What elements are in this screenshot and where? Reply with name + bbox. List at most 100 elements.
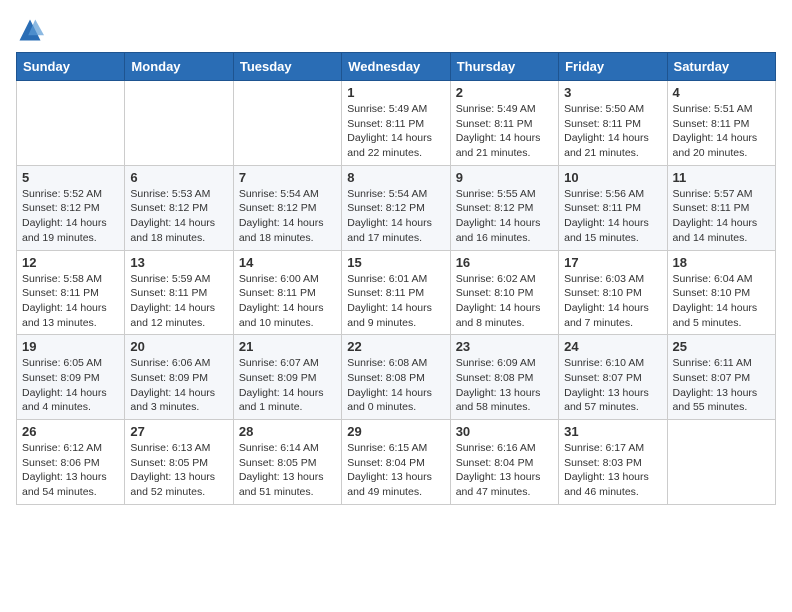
- day-number: 13: [130, 255, 227, 270]
- day-number: 11: [673, 170, 770, 185]
- day-number: 6: [130, 170, 227, 185]
- day-number: 22: [347, 339, 444, 354]
- calendar-cell: 10 Sunrise: 5:56 AM Sunset: 8:11 PM Dayli…: [559, 165, 667, 250]
- day-number: 1: [347, 85, 444, 100]
- day-info: Sunrise: 6:05 AM Sunset: 8:09 PM Dayligh…: [22, 356, 119, 415]
- day-info: Sunrise: 5:54 AM Sunset: 8:12 PM Dayligh…: [347, 187, 444, 246]
- day-info: Sunrise: 5:58 AM Sunset: 8:11 PM Dayligh…: [22, 272, 119, 331]
- day-number: 28: [239, 424, 336, 439]
- calendar-cell: 1 Sunrise: 5:49 AM Sunset: 8:11 PM Daylig…: [342, 81, 450, 166]
- weekday-header: Friday: [559, 53, 667, 81]
- calendar-week-row: 26Sunrise: 6:12 AM Sunset: 8:06 PM Dayli…: [17, 420, 776, 505]
- calendar-cell: 29Sunrise: 6:15 AM Sunset: 8:04 PM Dayli…: [342, 420, 450, 505]
- weekday-header: Sunday: [17, 53, 125, 81]
- logo: [16, 16, 48, 44]
- day-number: 19: [22, 339, 119, 354]
- day-info: Sunrise: 6:10 AM Sunset: 8:07 PM Dayligh…: [564, 356, 661, 415]
- day-info: Sunrise: 5:53 AM Sunset: 8:12 PM Dayligh…: [130, 187, 227, 246]
- day-number: 10: [564, 170, 661, 185]
- day-number: 12: [22, 255, 119, 270]
- calendar-cell: 28 Sunrise: 6:14 AM Sunset: 8:05 PM Dayli…: [233, 420, 341, 505]
- day-number: 23: [456, 339, 553, 354]
- day-number: 27: [130, 424, 227, 439]
- calendar-cell: 14 Sunrise: 6:00 AM Sunset: 8:11 PM Dayli…: [233, 250, 341, 335]
- weekday-header: Thursday: [450, 53, 558, 81]
- calendar-cell: 15 Sunrise: 6:01 AM Sunset: 8:11 PM Dayli…: [342, 250, 450, 335]
- day-number: 16: [456, 255, 553, 270]
- day-number: 5: [22, 170, 119, 185]
- day-info: Sunrise: 6:14 AM Sunset: 8:05 PM Dayligh…: [239, 441, 336, 500]
- day-info: Sunrise: 6:13 AM Sunset: 8:05 PM Dayligh…: [130, 441, 227, 500]
- day-info: Sunrise: 5:59 AM Sunset: 8:11 PM Dayligh…: [130, 272, 227, 331]
- day-number: 31: [564, 424, 661, 439]
- calendar-cell: 16 Sunrise: 6:02 AM Sunset: 8:10 PM Dayli…: [450, 250, 558, 335]
- calendar-cell: [125, 81, 233, 166]
- day-number: 9: [456, 170, 553, 185]
- day-number: 21: [239, 339, 336, 354]
- day-info: Sunrise: 6:11 AM Sunset: 8:07 PM Dayligh…: [673, 356, 770, 415]
- calendar-cell: 17Sunrise: 6:03 AM Sunset: 8:10 PM Dayli…: [559, 250, 667, 335]
- day-number: 7: [239, 170, 336, 185]
- calendar-cell: 31 Sunrise: 6:17 AM Sunset: 8:03 PM Dayli…: [559, 420, 667, 505]
- day-number: 20: [130, 339, 227, 354]
- logo-icon: [16, 16, 44, 44]
- day-number: 2: [456, 85, 553, 100]
- calendar-week-row: 12 Sunrise: 5:58 AM Sunset: 8:11 PM Dayli…: [17, 250, 776, 335]
- calendar-cell: 12 Sunrise: 5:58 AM Sunset: 8:11 PM Dayli…: [17, 250, 125, 335]
- day-info: Sunrise: 5:52 AM Sunset: 8:12 PM Dayligh…: [22, 187, 119, 246]
- day-number: 25: [673, 339, 770, 354]
- calendar-cell: 19 Sunrise: 6:05 AM Sunset: 8:09 PM Dayli…: [17, 335, 125, 420]
- calendar-cell: 18 Sunrise: 6:04 AM Sunset: 8:10 PM Dayli…: [667, 250, 775, 335]
- day-info: Sunrise: 5:56 AM Sunset: 8:11 PM Dayligh…: [564, 187, 661, 246]
- day-info: Sunrise: 5:49 AM Sunset: 8:11 PM Dayligh…: [347, 102, 444, 161]
- day-info: Sunrise: 6:01 AM Sunset: 8:11 PM Dayligh…: [347, 272, 444, 331]
- calendar-cell: 21 Sunrise: 6:07 AM Sunset: 8:09 PM Dayli…: [233, 335, 341, 420]
- calendar-cell: 5 Sunrise: 5:52 AM Sunset: 8:12 PM Daylig…: [17, 165, 125, 250]
- weekday-row: SundayMondayTuesdayWednesdayThursdayFrid…: [17, 53, 776, 81]
- day-info: Sunrise: 6:07 AM Sunset: 8:09 PM Dayligh…: [239, 356, 336, 415]
- day-info: Sunrise: 6:09 AM Sunset: 8:08 PM Dayligh…: [456, 356, 553, 415]
- day-info: Sunrise: 5:51 AM Sunset: 8:11 PM Dayligh…: [673, 102, 770, 161]
- day-info: Sunrise: 5:57 AM Sunset: 8:11 PM Dayligh…: [673, 187, 770, 246]
- weekday-header: Wednesday: [342, 53, 450, 81]
- calendar-cell: 4 Sunrise: 5:51 AM Sunset: 8:11 PM Daylig…: [667, 81, 775, 166]
- calendar-week-row: 1 Sunrise: 5:49 AM Sunset: 8:11 PM Daylig…: [17, 81, 776, 166]
- day-number: 14: [239, 255, 336, 270]
- day-info: Sunrise: 6:08 AM Sunset: 8:08 PM Dayligh…: [347, 356, 444, 415]
- day-info: Sunrise: 6:17 AM Sunset: 8:03 PM Dayligh…: [564, 441, 661, 500]
- day-info: Sunrise: 6:02 AM Sunset: 8:10 PM Dayligh…: [456, 272, 553, 331]
- day-number: 15: [347, 255, 444, 270]
- calendar-cell: 26Sunrise: 6:12 AM Sunset: 8:06 PM Dayli…: [17, 420, 125, 505]
- day-info: Sunrise: 5:55 AM Sunset: 8:12 PM Dayligh…: [456, 187, 553, 246]
- day-info: Sunrise: 6:00 AM Sunset: 8:11 PM Dayligh…: [239, 272, 336, 331]
- calendar-cell: [233, 81, 341, 166]
- day-number: 3: [564, 85, 661, 100]
- day-info: Sunrise: 6:16 AM Sunset: 8:04 PM Dayligh…: [456, 441, 553, 500]
- day-number: 17: [564, 255, 661, 270]
- calendar-cell: 6 Sunrise: 5:53 AM Sunset: 8:12 PM Daylig…: [125, 165, 233, 250]
- calendar-cell: [17, 81, 125, 166]
- day-number: 4: [673, 85, 770, 100]
- day-number: 8: [347, 170, 444, 185]
- day-number: 18: [673, 255, 770, 270]
- calendar-cell: 25 Sunrise: 6:11 AM Sunset: 8:07 PM Dayli…: [667, 335, 775, 420]
- calendar-cell: 11 Sunrise: 5:57 AM Sunset: 8:11 PM Dayli…: [667, 165, 775, 250]
- calendar-cell: 22 Sunrise: 6:08 AM Sunset: 8:08 PM Dayli…: [342, 335, 450, 420]
- calendar-cell: 3Sunrise: 5:50 AM Sunset: 8:11 PM Daylig…: [559, 81, 667, 166]
- calendar-body: 1 Sunrise: 5:49 AM Sunset: 8:11 PM Daylig…: [17, 81, 776, 505]
- calendar-cell: 24Sunrise: 6:10 AM Sunset: 8:07 PM Dayli…: [559, 335, 667, 420]
- page-header: [16, 16, 776, 44]
- calendar-cell: [667, 420, 775, 505]
- calendar-cell: 8 Sunrise: 5:54 AM Sunset: 8:12 PM Daylig…: [342, 165, 450, 250]
- day-info: Sunrise: 6:04 AM Sunset: 8:10 PM Dayligh…: [673, 272, 770, 331]
- calendar-cell: 9 Sunrise: 5:55 AM Sunset: 8:12 PM Daylig…: [450, 165, 558, 250]
- day-info: Sunrise: 6:06 AM Sunset: 8:09 PM Dayligh…: [130, 356, 227, 415]
- day-number: 26: [22, 424, 119, 439]
- day-info: Sunrise: 5:54 AM Sunset: 8:12 PM Dayligh…: [239, 187, 336, 246]
- calendar-week-row: 5 Sunrise: 5:52 AM Sunset: 8:12 PM Daylig…: [17, 165, 776, 250]
- calendar-cell: 7 Sunrise: 5:54 AM Sunset: 8:12 PM Daylig…: [233, 165, 341, 250]
- calendar-cell: 27 Sunrise: 6:13 AM Sunset: 8:05 PM Dayli…: [125, 420, 233, 505]
- calendar-cell: 13 Sunrise: 5:59 AM Sunset: 8:11 PM Dayli…: [125, 250, 233, 335]
- weekday-header: Monday: [125, 53, 233, 81]
- calendar-cell: 30Sunrise: 6:16 AM Sunset: 8:04 PM Dayli…: [450, 420, 558, 505]
